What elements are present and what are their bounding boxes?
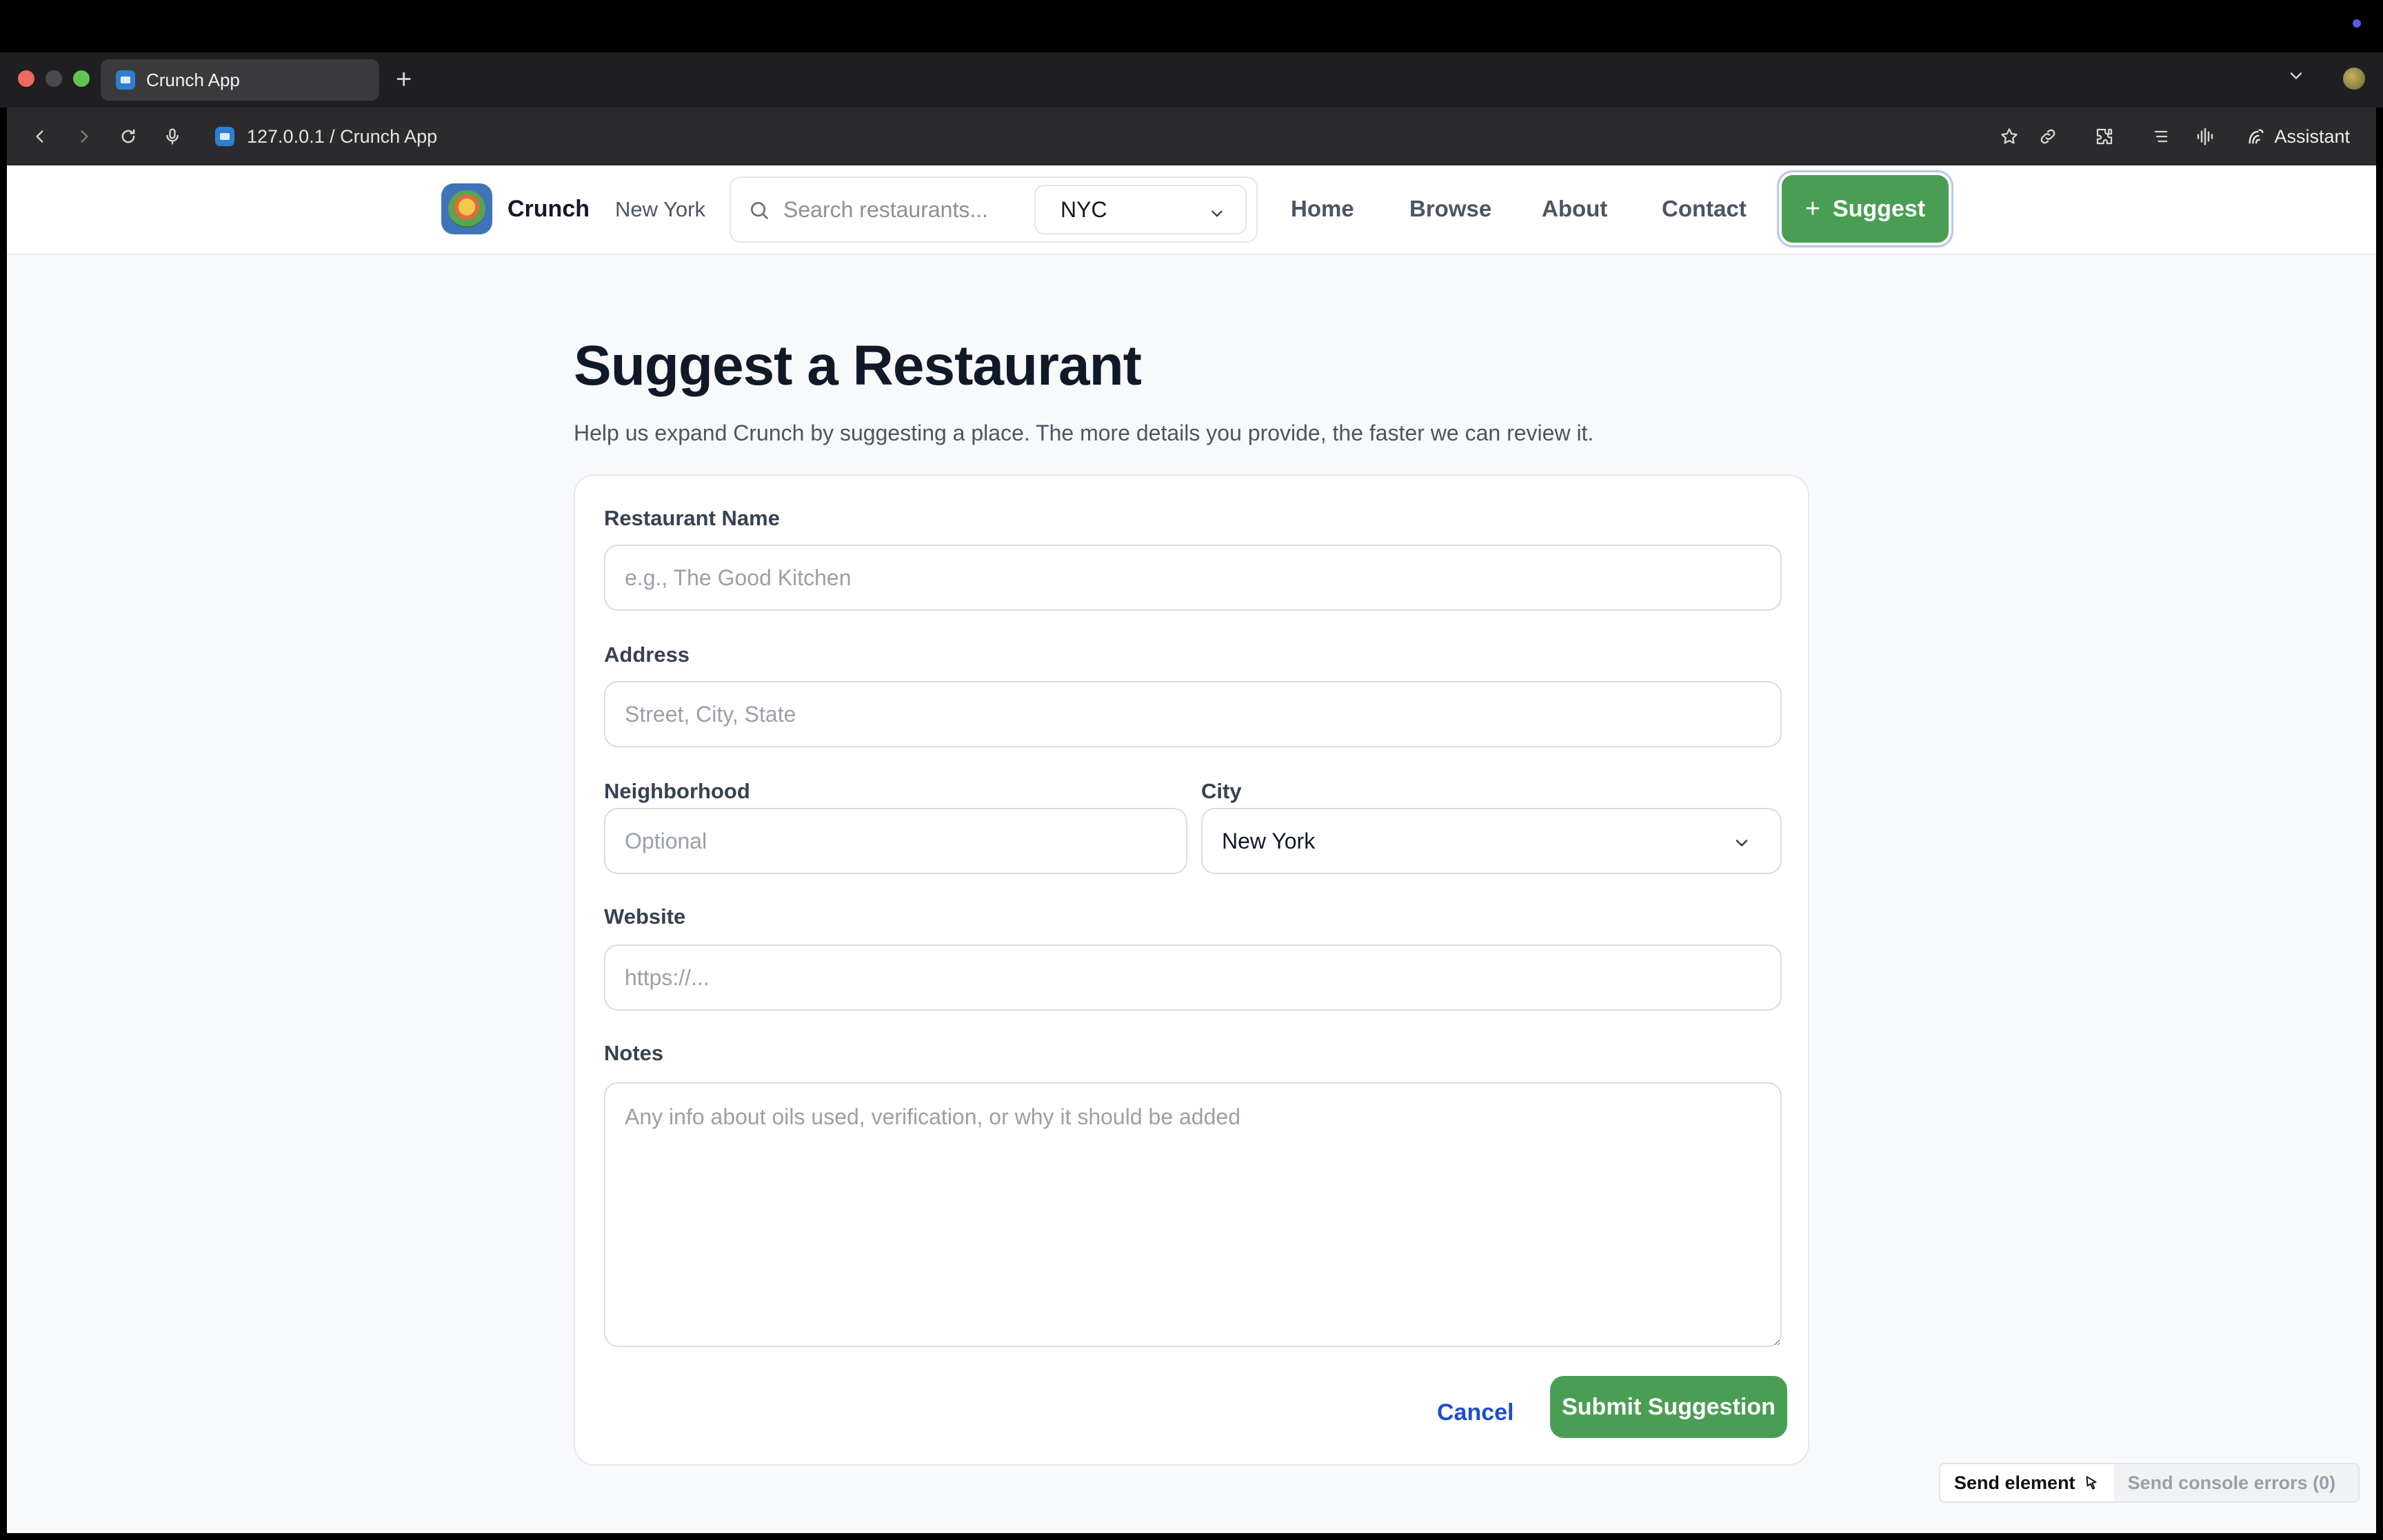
cancel-button[interactable]: Cancel [1437,1399,1514,1426]
assistant-button[interactable]: Assistant [2246,123,2350,150]
suggest-button[interactable]: + Suggest [1782,175,1949,243]
profile-avatar[interactable] [2343,68,2365,90]
website-input[interactable] [604,944,1782,1011]
city-select[interactable]: New York [1201,808,1782,874]
nav-home[interactable]: Home [1291,196,1354,222]
close-window-button[interactable] [18,70,34,87]
page-title: Suggest a Restaurant [574,334,1142,397]
suggest-form: Restaurant Name Address Neighborhood Cit… [574,474,1809,1466]
city-label: City [1201,779,1242,803]
chevron-down-icon [1208,203,1226,228]
extensions-icon[interactable] [2091,123,2118,150]
maximize-window-button[interactable] [73,70,90,87]
restaurant-name-input[interactable] [604,545,1782,611]
city-select-value: New York [1222,828,1316,853]
send-console-errors-button[interactable]: Send console errors (0) [2128,1472,2336,1494]
search-bar: NYC [730,176,1258,243]
tab-favicon-icon [116,70,135,90]
current-city-label: New York [615,197,705,221]
devtools-overlay: Send element Send console errors (0) [1939,1463,2360,1503]
browser-tab[interactable]: Crunch App [101,59,379,101]
suggest-button-label: Suggest [1833,195,1926,222]
nav-contact[interactable]: Contact [1662,196,1747,222]
plus-icon: + [1804,194,1821,223]
logo-emblem-icon [448,190,485,227]
copy-link-icon[interactable] [2034,123,2062,150]
brand-name[interactable]: Crunch [507,196,590,223]
address-input[interactable] [604,681,1782,747]
audio-waveform-icon[interactable] [2191,123,2219,150]
nav-browse[interactable]: Browse [1409,196,1491,222]
chevron-down-icon [1732,833,1751,858]
reader-list-icon[interactable] [2147,123,2175,150]
restaurant-name-label: Restaurant Name [604,506,780,530]
notes-textarea[interactable] [604,1082,1782,1347]
search-icon [747,199,771,225]
assistant-icon [2249,129,2264,144]
assistant-label: Assistant [2274,125,2350,147]
forward-icon[interactable] [70,123,98,150]
page-viewport: Crunch New York NYC Home Browse About Co… [7,165,2376,1533]
new-tab-button[interactable]: + [396,63,412,95]
send-element-label: Send element [1954,1472,2075,1493]
reload-icon[interactable] [114,123,142,150]
back-icon[interactable] [26,123,54,150]
website-label: Website [604,904,686,929]
send-element-button[interactable]: Send element [1940,1464,2114,1501]
bookmark-star-icon[interactable] [1995,123,2023,150]
tab-list-chevron-icon[interactable] [2286,66,2306,89]
microphone-icon[interactable] [159,123,186,150]
search-input[interactable] [783,197,990,223]
neighborhood-label: Neighborhood [604,779,750,803]
tab-title: Crunch App [146,69,240,90]
nav-about[interactable]: About [1542,196,1607,222]
page-subtitle: Help us expand Crunch by suggesting a pl… [574,421,1594,445]
pointer-select-icon [2086,1476,2097,1490]
minimize-window-button[interactable] [46,70,62,87]
notes-label: Notes [604,1041,664,1065]
status-dot-icon [2353,19,2361,28]
metro-select-value: NYC [1060,196,1107,222]
submit-suggestion-button[interactable]: Submit Suggestion [1550,1376,1787,1438]
neighborhood-input[interactable] [604,808,1187,874]
crunch-logo[interactable] [441,183,492,234]
url-text: 127.0.0.1 / Crunch App [247,125,438,147]
site-favicon-icon [215,127,234,146]
address-bar[interactable]: 127.0.0.1 / Crunch App [215,123,437,150]
site-header: Crunch New York NYC Home Browse About Co… [7,165,2376,255]
metro-select[interactable]: NYC [1034,185,1247,234]
address-label: Address [604,642,690,667]
macos-menubar [0,0,2383,52]
